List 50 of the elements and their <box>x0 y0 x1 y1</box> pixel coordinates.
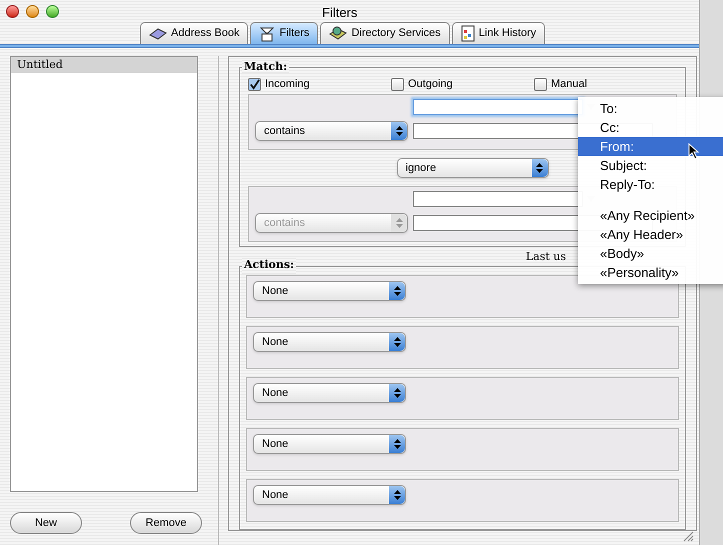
checkbox[interactable] <box>391 78 404 90</box>
checkbox-label: Outgoing <box>408 76 453 92</box>
stepper-arrows-icon <box>389 486 405 504</box>
tab[interactable]: Filters <box>250 22 318 44</box>
menu-item[interactable]: «Body» <box>578 244 723 263</box>
resize-grip-icon[interactable] <box>682 530 694 542</box>
menu-item[interactable]: Subject: <box>578 156 723 175</box>
stepper-arrows-icon <box>532 159 548 177</box>
stepper-arrows-icon <box>391 214 407 232</box>
match-heading: Match: <box>242 60 290 73</box>
action-popup[interactable]: None <box>253 434 406 454</box>
action-popup[interactable]: None <box>253 332 406 352</box>
checkbox-label: Incoming <box>265 76 310 92</box>
menu-item[interactable]: From: <box>578 137 723 156</box>
directory-icon <box>329 26 348 42</box>
tab[interactable]: Address Book <box>140 22 248 44</box>
menu-item[interactable]: «Any Header» <box>578 225 723 244</box>
window-title: Filters <box>322 4 358 22</box>
remove-button[interactable]: Remove <box>130 512 202 534</box>
filter-list-item[interactable]: Untitled <box>11 57 197 73</box>
menu-item[interactable]: «Personality» <box>578 263 723 282</box>
book-icon <box>149 28 167 40</box>
conjunction-popup[interactable]: ignore <box>396 158 548 178</box>
mouse-pointer-icon <box>688 143 700 160</box>
stepper-arrows-icon <box>391 122 407 140</box>
action-popup[interactable]: None <box>253 383 406 403</box>
new-button[interactable]: New <box>10 512 82 534</box>
actions-heading: Actions: <box>242 257 296 274</box>
funnel-box-icon <box>259 26 276 42</box>
checkbox[interactable] <box>534 78 547 90</box>
minimize-button[interactable] <box>26 4 39 18</box>
menu-item[interactable]: Reply-To: <box>578 175 723 194</box>
close-button[interactable] <box>6 4 19 18</box>
operator-popup[interactable]: contains <box>255 121 408 141</box>
checkbox-label: Manual <box>551 76 588 92</box>
tab[interactable]: Link History <box>452 22 546 44</box>
menu-item[interactable]: Cc: <box>578 118 723 137</box>
checkbox[interactable] <box>248 78 261 90</box>
last-used-text: Last us <box>526 249 566 263</box>
document-icon <box>460 25 475 42</box>
stepper-arrows-icon <box>389 282 405 300</box>
tab[interactable]: Directory Services <box>320 22 450 44</box>
zoom-button[interactable] <box>46 4 59 18</box>
stepper-arrows-icon <box>389 333 405 351</box>
action-popup[interactable]: None <box>253 485 406 505</box>
menu-item[interactable]: «Any Recipient» <box>578 206 723 225</box>
stepper-arrows-icon <box>389 435 405 453</box>
menu-item[interactable]: To: <box>578 99 723 118</box>
action-popup[interactable]: None <box>253 281 406 301</box>
stepper-arrows-icon <box>389 384 405 402</box>
